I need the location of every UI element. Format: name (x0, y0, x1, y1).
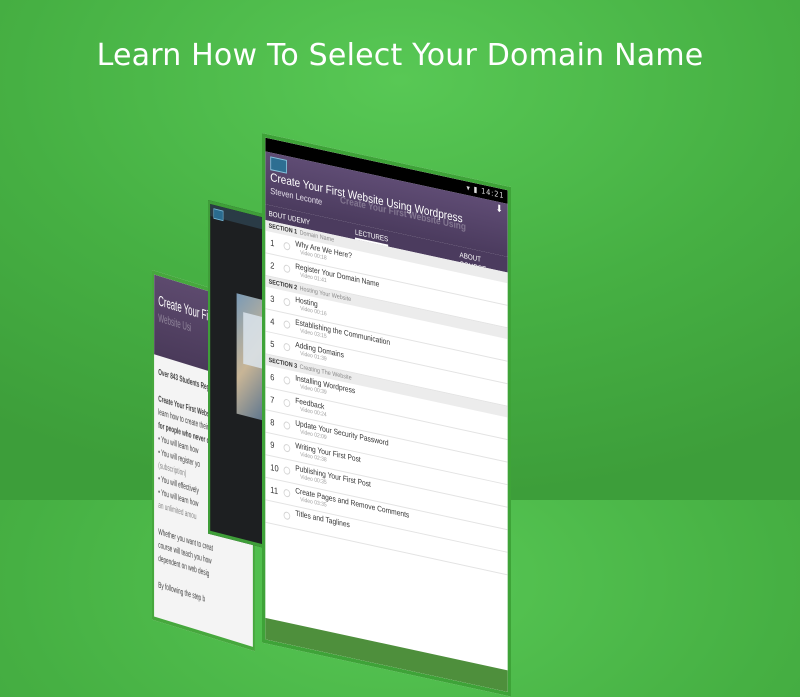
front-phone-screen: ▾ ▮ 14:21 ⬇ Create Your First Website Us… (262, 133, 511, 697)
lecture-status-icon (283, 297, 291, 307)
lecture-status-icon (283, 319, 291, 330)
lecture-number: 1 (270, 237, 275, 249)
lecture-status-icon (283, 420, 291, 431)
lecture-number: 11 (270, 484, 279, 497)
bottom-bar (265, 617, 508, 692)
lecture-number: 2 (270, 260, 275, 271)
download-icon[interactable]: ⬇ (496, 203, 503, 215)
lecture-status-icon (283, 264, 291, 274)
lecture-number: 7 (270, 394, 275, 406)
lecture-status-icon (283, 241, 291, 251)
lecture-list: SECTION 1Domain Name 1 Why Are We Here? Vid… (265, 219, 508, 576)
lecture-status-icon (283, 443, 291, 453)
page-headline: Learn How To Select Your Domain Name (96, 38, 704, 73)
lecture-number: 9 (270, 439, 275, 451)
lecture-number: 5 (270, 338, 275, 350)
lecture-number: 10 (270, 462, 279, 474)
lecture-number: 4 (270, 316, 275, 327)
lecture-status-icon (283, 488, 291, 498)
lecture-status-icon (283, 375, 291, 386)
lecture-number: 6 (270, 371, 275, 383)
lecture-number: 8 (270, 417, 275, 428)
lecture-number: 3 (270, 293, 275, 305)
lecture-status-icon (283, 398, 291, 408)
lecture-status-icon (283, 511, 291, 521)
lecture-status-icon (283, 465, 291, 476)
app-icon (213, 208, 224, 222)
lecture-status-icon (283, 342, 291, 352)
